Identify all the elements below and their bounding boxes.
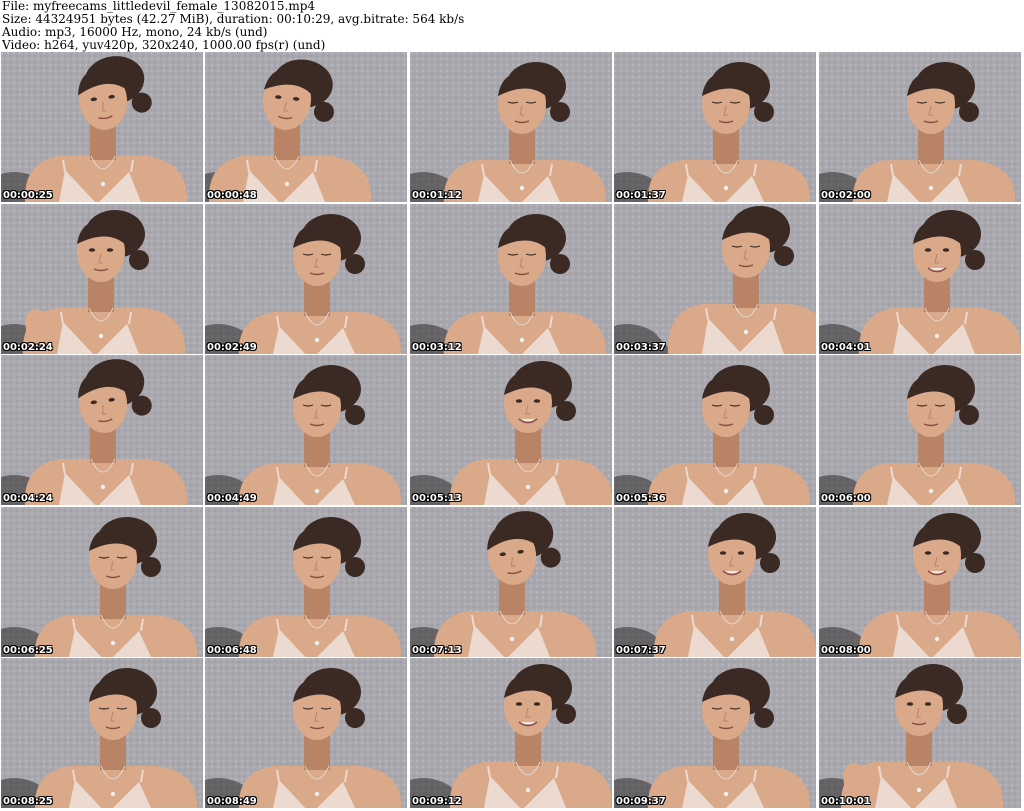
- thumbnail-timestamp: 00:08:49: [207, 796, 257, 807]
- frame-image: [819, 658, 1021, 808]
- thumbnail-timestamp: 00:09:37: [616, 796, 666, 807]
- frame-image: [410, 204, 612, 354]
- thumbnail-timestamp: 00:06:00: [821, 493, 871, 504]
- video-thumbnail: 00:06:00: [819, 355, 1021, 505]
- video-thumbnail: 00:10:01: [819, 658, 1021, 808]
- frame-image: [205, 204, 407, 354]
- frame-image: [819, 507, 1021, 657]
- video-thumbnail: 00:00:48: [205, 52, 407, 202]
- video-thumbnail: 00:02:00: [819, 52, 1021, 202]
- thumbnail-timestamp: 00:08:00: [821, 645, 871, 656]
- thumbnail-grid: 00:00:25 00:00:48 00:01:12 00:01:37 00:02:00…: [0, 52, 1024, 811]
- video-thumbnail: 00:08:49: [205, 658, 407, 808]
- thumbnail-timestamp: 00:07:37: [616, 645, 666, 656]
- video-thumbnail: 00:00:25: [1, 52, 203, 202]
- frame-image: [205, 507, 407, 657]
- frame-image: [819, 204, 1021, 354]
- frame-image: [410, 52, 612, 202]
- frame-image: [614, 355, 816, 505]
- video-thumbnail: 00:04:24: [1, 355, 203, 505]
- thumbnail-timestamp: 00:06:25: [3, 645, 53, 656]
- thumbnail-timestamp: 00:03:37: [616, 342, 666, 353]
- video-thumbnail: 00:04:49: [205, 355, 407, 505]
- thumbnail-timestamp: 00:00:48: [207, 190, 257, 201]
- video-thumbnail: 00:01:12: [410, 52, 612, 202]
- video-info-line: Video: h264, yuv420p, 320x240, 1000.00 f…: [2, 38, 326, 52]
- video-thumbnail: 00:07:13: [410, 507, 612, 657]
- thumbnail-timestamp: 00:04:24: [3, 493, 53, 504]
- frame-image: [819, 355, 1021, 505]
- thumbnail-timestamp: 00:09:12: [412, 796, 462, 807]
- thumbnail-timestamp: 00:07:13: [412, 645, 462, 656]
- video-thumbnail: 00:05:36: [614, 355, 816, 505]
- frame-image: [205, 52, 407, 202]
- video-thumbnail: 00:06:48: [205, 507, 407, 657]
- video-thumbnail: 00:09:12: [410, 658, 612, 808]
- frame-image: [614, 507, 816, 657]
- video-thumbnail: 00:03:37: [614, 204, 816, 354]
- video-thumbnail: 00:08:25: [1, 658, 203, 808]
- video-thumbnail: 00:01:37: [614, 52, 816, 202]
- frame-image: [1, 355, 203, 505]
- video-thumbnail: 00:02:49: [205, 204, 407, 354]
- thumbnail-timestamp: 00:06:48: [207, 645, 257, 656]
- thumbnail-timestamp: 00:00:25: [3, 190, 53, 201]
- thumbnail-timestamp: 00:10:01: [821, 796, 871, 807]
- thumbnail-timestamp: 00:04:49: [207, 493, 257, 504]
- thumbnail-timestamp: 00:05:36: [616, 493, 666, 504]
- video-thumbnail: 00:04:01: [819, 204, 1021, 354]
- sheet-header: File: myfreecams_littledevil_female_1308…: [2, 0, 1022, 52]
- video-thumbnail: 00:05:13: [410, 355, 612, 505]
- video-thumbnail: 00:09:37: [614, 658, 816, 808]
- video-thumbnail: 00:03:12: [410, 204, 612, 354]
- frame-image: [1, 204, 203, 354]
- frame-image: [614, 658, 816, 808]
- frame-image: [819, 52, 1021, 202]
- thumbnail-timestamp: 00:01:12: [412, 190, 462, 201]
- thumbnail-timestamp: 00:03:12: [412, 342, 462, 353]
- video-thumbnail: 00:02:24: [1, 204, 203, 354]
- frame-image: [410, 507, 612, 657]
- frame-image: [1, 52, 203, 202]
- thumbnail-timestamp: 00:02:49: [207, 342, 257, 353]
- thumbnail-timestamp: 00:02:00: [821, 190, 871, 201]
- thumbnail-timestamp: 00:01:37: [616, 190, 666, 201]
- frame-image: [410, 658, 612, 808]
- frame-image: [1, 658, 203, 808]
- frame-image: [614, 204, 816, 354]
- thumbnail-timestamp: 00:05:13: [412, 493, 462, 504]
- frame-image: [205, 658, 407, 808]
- video-thumbnail: 00:06:25: [1, 507, 203, 657]
- frame-image: [205, 355, 407, 505]
- frame-image: [410, 355, 612, 505]
- video-thumbnail: 00:07:37: [614, 507, 816, 657]
- thumbnail-timestamp: 00:04:01: [821, 342, 871, 353]
- frame-image: [614, 52, 816, 202]
- video-thumbnail: 00:08:00: [819, 507, 1021, 657]
- frame-image: [1, 507, 203, 657]
- thumbnail-timestamp: 00:02:24: [3, 342, 53, 353]
- thumbnail-timestamp: 00:08:25: [3, 796, 53, 807]
